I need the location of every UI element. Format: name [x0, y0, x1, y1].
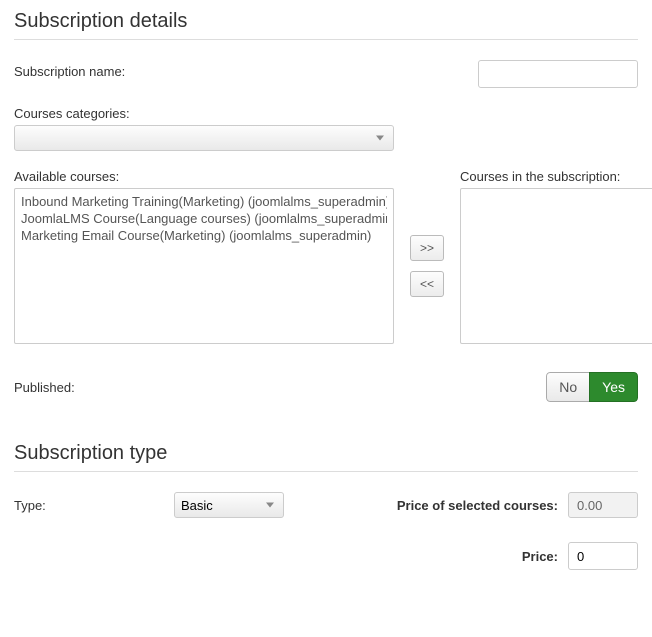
subscription-name-label: Subscription name: — [14, 60, 125, 79]
published-yes-button[interactable]: Yes — [589, 372, 638, 402]
type-select[interactable]: Basic — [174, 492, 284, 518]
published-toggle: No Yes — [546, 372, 638, 402]
subscription-name-input[interactable] — [478, 60, 638, 88]
available-courses-listbox[interactable]: Inbound Marketing Training(Marketing) (j… — [14, 188, 394, 344]
courses-in-subscription-label: Courses in the subscription: — [460, 169, 652, 184]
type-label: Type: — [14, 498, 74, 513]
section-title-details: Subscription details — [14, 10, 638, 40]
subscription-courses-listbox[interactable] — [460, 188, 652, 344]
courses-categories-label: Courses categories: — [14, 106, 638, 121]
list-item[interactable]: Marketing Email Course(Marketing) (jooml… — [21, 227, 387, 244]
section-title-type: Subscription type — [14, 442, 638, 472]
available-courses-label: Available courses: — [14, 169, 394, 184]
add-course-button[interactable]: >> — [410, 235, 444, 261]
published-label: Published: — [14, 380, 75, 395]
list-item[interactable]: JoomlaLMS Course(Language courses) (joom… — [21, 210, 387, 227]
courses-categories-select[interactable] — [14, 125, 394, 151]
list-item[interactable]: Inbound Marketing Training(Marketing) (j… — [21, 193, 387, 210]
published-no-button[interactable]: No — [546, 372, 590, 402]
price-label: Price: — [522, 549, 558, 564]
price-selected-label: Price of selected courses: — [397, 498, 558, 513]
price-input[interactable] — [568, 542, 638, 570]
remove-course-button[interactable]: << — [410, 271, 444, 297]
price-selected-display — [568, 492, 638, 518]
